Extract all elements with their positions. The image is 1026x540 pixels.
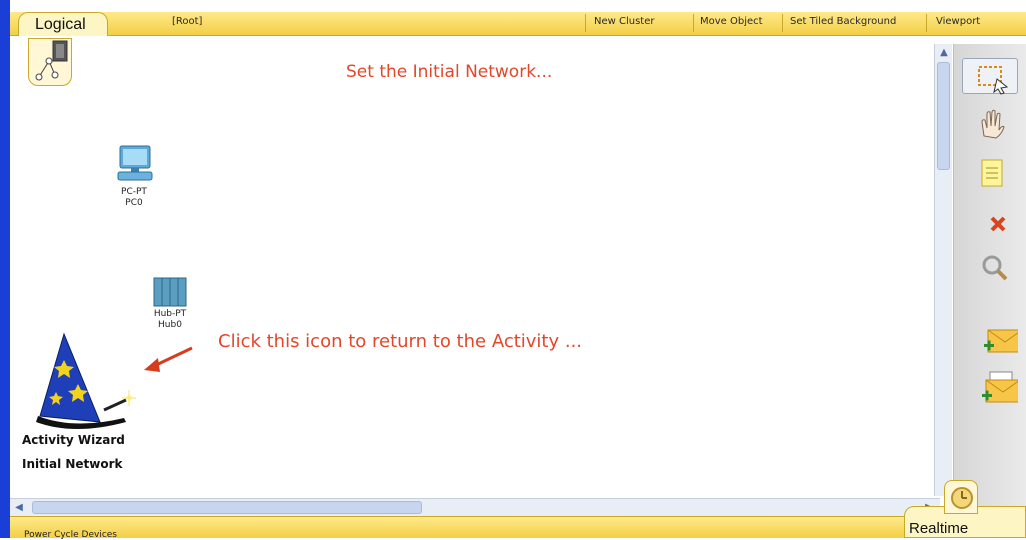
activity-wizard-label-line2: Initial Network bbox=[22, 457, 123, 471]
power-cycle-devices-button[interactable]: Power Cycle Devices bbox=[24, 530, 117, 540]
navigation-panel-button[interactable] bbox=[28, 38, 72, 86]
add-simple-pdu-icon bbox=[984, 329, 1023, 353]
pc0-device[interactable] bbox=[112, 144, 156, 184]
hub0-model-label: Hub-PT bbox=[153, 309, 187, 319]
logical-workspace-canvas[interactable] bbox=[10, 36, 940, 498]
divider bbox=[926, 14, 927, 32]
viewport-button[interactable]: Viewport bbox=[936, 16, 980, 27]
pc-icon bbox=[117, 145, 153, 181]
hub0-device[interactable] bbox=[150, 274, 190, 310]
logical-tab-label: Logical bbox=[35, 16, 86, 33]
activity-wizard-button[interactable] bbox=[34, 330, 144, 430]
new-cluster-button[interactable]: New Cluster bbox=[594, 16, 654, 27]
vertical-scroll-thumb[interactable] bbox=[937, 62, 950, 170]
hub0-name-label: Hub0 bbox=[158, 320, 182, 330]
scroll-left-icon[interactable]: ◀ bbox=[12, 501, 26, 515]
hub-icon bbox=[153, 277, 187, 307]
move-object-button[interactable]: Move Object bbox=[700, 16, 763, 27]
canvas-title: Set the Initial Network... bbox=[346, 62, 553, 82]
left-edge-stripe bbox=[0, 0, 10, 538]
divider bbox=[782, 14, 783, 32]
common-tools-bar bbox=[953, 44, 1026, 516]
delete-icon bbox=[990, 216, 1006, 232]
wizard-hat-icon bbox=[36, 332, 136, 429]
divider bbox=[693, 14, 694, 32]
horizontal-scrollbar[interactable]: ◀ ▶ bbox=[10, 498, 940, 516]
cluster-navigation-icon bbox=[35, 40, 68, 81]
zoom-icon bbox=[982, 255, 1008, 281]
workspace-toolbar: [Root] New Cluster Move Object Set Tiled… bbox=[10, 12, 1026, 36]
zoom-button[interactable] bbox=[962, 250, 1018, 286]
hand-icon bbox=[981, 109, 1005, 139]
scroll-up-icon[interactable]: ▲ bbox=[937, 46, 951, 60]
status-bar: Power Cycle Devices bbox=[10, 516, 1026, 540]
pc0-name-label: PC0 bbox=[125, 198, 143, 208]
divider bbox=[585, 14, 586, 32]
canvas-note: Click this icon to return to the Activit… bbox=[218, 331, 583, 352]
select-icon bbox=[978, 66, 1009, 95]
vertical-scrollbar[interactable]: ▲ bbox=[934, 44, 952, 496]
horizontal-scroll-thumb[interactable] bbox=[32, 501, 422, 514]
root-breadcrumb[interactable]: [Root] bbox=[172, 16, 202, 27]
clock-icon bbox=[951, 487, 973, 509]
add-complex-pdu-button[interactable] bbox=[962, 370, 1021, 406]
delete-button[interactable] bbox=[962, 206, 1018, 242]
logical-tab[interactable]: Logical bbox=[18, 12, 108, 38]
note-icon bbox=[981, 159, 1003, 187]
pc0-model-label: PC-PT bbox=[121, 187, 147, 197]
activity-wizard-label-line1: Activity Wizard bbox=[22, 433, 125, 447]
add-complex-pdu-icon bbox=[982, 371, 1021, 403]
realtime-clock-button[interactable] bbox=[944, 480, 978, 514]
realtime-mode-label: Realtime bbox=[909, 520, 969, 537]
set-tiled-background-button[interactable]: Set Tiled Background bbox=[790, 16, 896, 27]
place-note-button[interactable] bbox=[962, 156, 1018, 192]
select-tool-button[interactable] bbox=[962, 58, 1018, 95]
pointer-arrow-icon bbox=[144, 346, 193, 372]
inspect-tool-button[interactable] bbox=[962, 106, 1018, 142]
add-simple-pdu-button[interactable] bbox=[962, 324, 1023, 360]
